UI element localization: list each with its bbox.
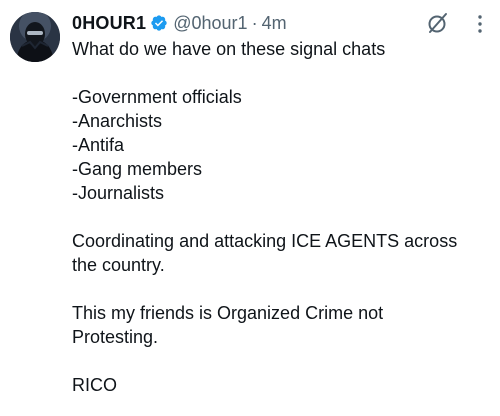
separator-dot: · (251, 12, 258, 33)
tweet: 0HOUR1 @0hour1 · 4m What do we have on t… (0, 0, 500, 416)
handle[interactable]: @0hour1 (173, 13, 247, 34)
list-item: -Gang members (72, 159, 203, 179)
list-item: -Journalists (72, 183, 165, 203)
avatar[interactable] (10, 12, 60, 62)
tweet-line: Protesting. (72, 327, 159, 347)
verified-badge-icon (150, 14, 168, 32)
tweet-line: RICO (72, 375, 117, 395)
display-name[interactable]: 0HOUR1 (72, 13, 146, 34)
tweet-header: 0HOUR1 @0hour1 · 4m (72, 12, 287, 34)
tweet-line: the country. (72, 255, 165, 275)
timestamp[interactable]: 4m (262, 13, 287, 34)
masked-figure-avatar-icon (10, 12, 60, 62)
list-item: -Antifa (72, 135, 125, 155)
list-item: -Anarchists (72, 111, 163, 131)
tweet-line: Coordinating and attacking ICE AGENTS ac… (72, 231, 458, 251)
tweet-line: This my friends is Organized Crime not (72, 303, 384, 323)
tweet-text: What do we have on these signal chats -G… (72, 37, 490, 397)
list-item: -Government officials (72, 87, 242, 107)
grok-icon[interactable] (427, 12, 449, 34)
tweet-line: What do we have on these signal chats (72, 39, 386, 59)
more-dots-icon[interactable] (470, 13, 490, 35)
